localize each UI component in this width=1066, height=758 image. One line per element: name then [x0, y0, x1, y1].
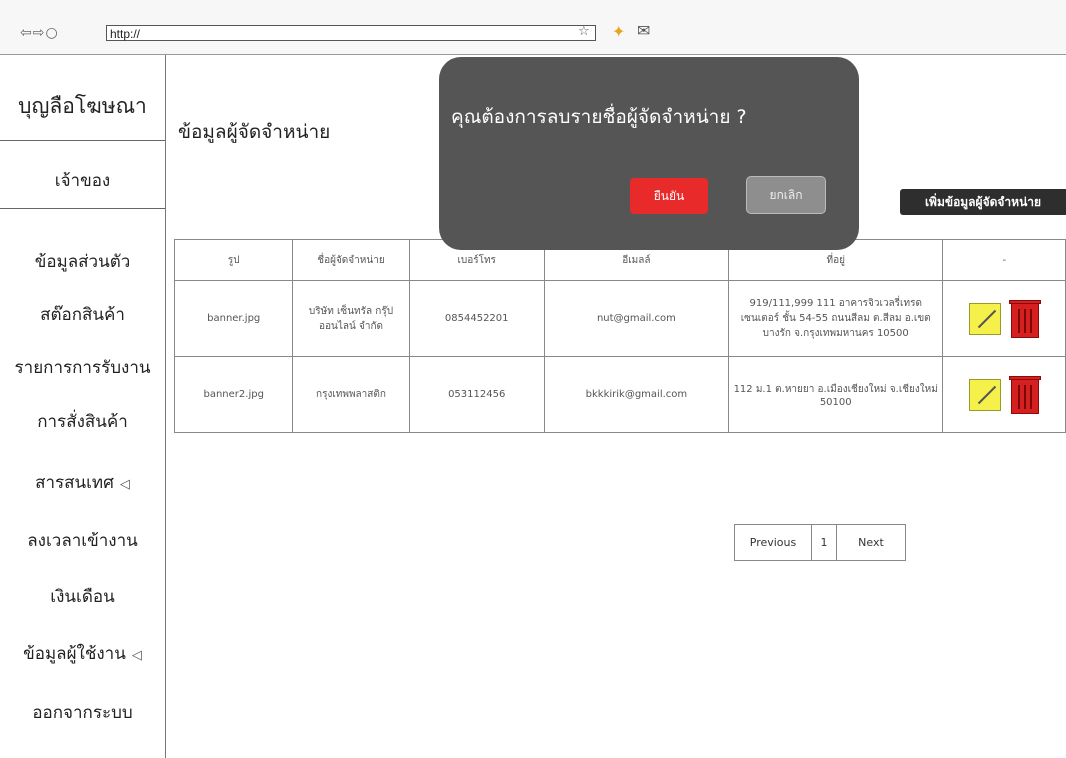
- cell-name: บริษัท เซ็นทรัล กรุ๊ป ออนไลน์ จำกัด: [292, 280, 410, 357]
- table-row: banner.jpg บริษัท เซ็นทรัล กรุ๊ป ออนไลน์…: [173, 280, 1066, 357]
- sidebar-item-job-orders[interactable]: รายการการรับงาน: [0, 354, 165, 381]
- cell-phone: 053112456: [408, 356, 545, 433]
- column-header: -: [942, 239, 1066, 281]
- expand-arrow-icon: ◁: [119, 477, 130, 492]
- cell-email: nut@gmail.com: [543, 280, 729, 357]
- supplier-table: รูป ชื่อผู้จัดจำหน่าย เบอร์โทร อีเมลล์ ท…: [173, 239, 1066, 433]
- sidebar-item-stock[interactable]: สต๊อกสินค้า: [0, 301, 165, 328]
- sidebar-divider: [0, 140, 165, 141]
- sidebar: บุญลือโฆษณา เจ้าของ ข้อมูลส่วนตัว สต๊อกส…: [0, 55, 166, 758]
- cell-actions: [942, 356, 1066, 433]
- delete-trash-icon[interactable]: [1009, 299, 1042, 338]
- cell-image: banner2.jpg: [173, 356, 294, 433]
- extension-icon[interactable]: ✦: [612, 22, 625, 41]
- sidebar-item-purchase-orders[interactable]: การสั่งสินค้า: [0, 408, 165, 435]
- sidebar-item-profile[interactable]: ข้อมูลส่วนตัว: [0, 248, 165, 275]
- column-header: รูป: [173, 239, 294, 281]
- pagination: Previous 1 Next: [734, 524, 906, 561]
- navigation-icons[interactable]: ⇦⇨○: [20, 25, 59, 41]
- brand-title: บุญลือโฆษณา: [18, 94, 147, 118]
- sidebar-item-information[interactable]: สารสนเทศ ◁: [0, 469, 165, 496]
- expand-arrow-icon: ◁: [131, 648, 142, 663]
- column-header: ชื่อผู้จัดจำหน่าย: [292, 239, 410, 281]
- cell-address: 112 ม.1 ต.หายยา อ.เมืองเชียงใหม่ จ.เชียง…: [727, 356, 944, 433]
- browser-toolbar: ⇦⇨○ http:// ☆ ✦ ✉: [0, 0, 1066, 55]
- next-page-button[interactable]: Next: [837, 525, 905, 560]
- bookmark-star-icon[interactable]: ☆: [578, 24, 590, 39]
- confirm-button[interactable]: ยืนยัน: [630, 178, 708, 214]
- dialog-question: คุณต้องการลบรายชื่อผู้จัดจำหน่าย ?: [451, 106, 747, 128]
- sidebar-item-logout[interactable]: ออกจากระบบ: [0, 699, 165, 726]
- delete-confirm-dialog: คุณต้องการลบรายชื่อผู้จัดจำหน่าย ? ยืนยั…: [439, 57, 859, 250]
- delete-trash-icon[interactable]: [1009, 375, 1042, 414]
- sidebar-divider: [0, 208, 165, 209]
- mail-icon[interactable]: ✉: [637, 21, 650, 40]
- table-row: banner2.jpg กรุงเทพพลาสติก 053112456 bkk…: [173, 356, 1066, 433]
- url-bar[interactable]: http://: [106, 25, 596, 41]
- page-title: ข้อมูลผู้จัดจำหน่าย: [178, 121, 331, 143]
- cell-image: banner.jpg: [173, 280, 294, 357]
- user-role-label: เจ้าของ: [54, 171, 111, 191]
- cancel-button[interactable]: ยกเลิก: [746, 176, 826, 214]
- previous-page-button[interactable]: Previous: [735, 525, 812, 560]
- edit-pencil-icon[interactable]: [969, 378, 1002, 411]
- cell-actions: [942, 280, 1066, 357]
- cell-address: 919/111,999 111 อาคารจิวเวลรี่เทรด เซนเต…: [727, 280, 944, 357]
- sidebar-item-salary[interactable]: เงินเดือน: [0, 583, 165, 610]
- sidebar-item-time-attendance[interactable]: ลงเวลาเข้างาน: [0, 527, 165, 554]
- add-supplier-button[interactable]: เพิ่มข้อมูลผู้จัดจำหน่าย: [900, 189, 1066, 215]
- cell-email: bkkkirik@gmail.com: [543, 356, 729, 433]
- cell-name: กรุงเทพพลาสติก: [292, 356, 410, 433]
- edit-pencil-icon[interactable]: [969, 302, 1002, 335]
- cell-phone: 0854452201: [408, 280, 545, 357]
- sidebar-item-user-data[interactable]: ข้อมูลผู้ใช้งาน ◁: [0, 640, 165, 667]
- page-number-button[interactable]: 1: [812, 525, 837, 560]
